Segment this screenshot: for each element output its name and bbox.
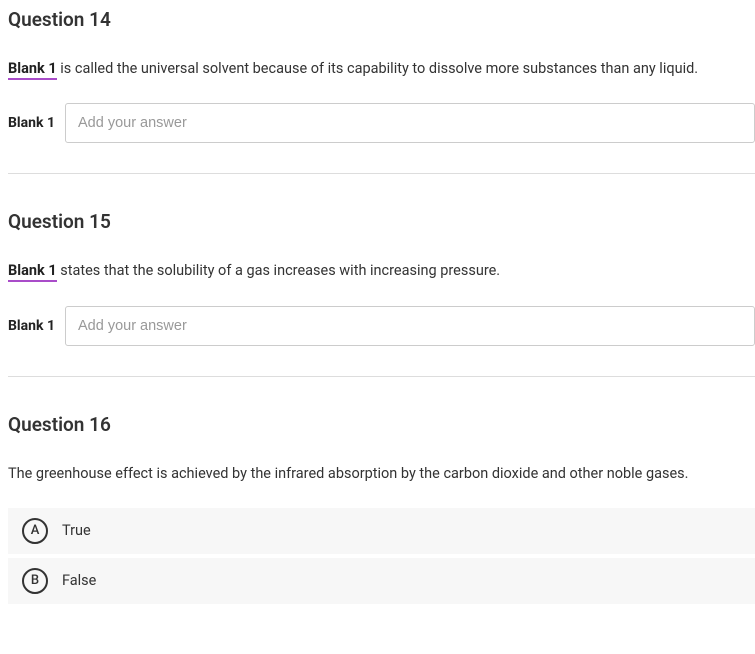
blank-tag: Blank 1 <box>8 60 57 80</box>
question-15: Question 15 Blank 1 states that the solu… <box>8 210 755 376</box>
blank-1-input[interactable] <box>65 103 755 143</box>
question-title: Question 16 <box>8 413 755 436</box>
question-text: Blank 1 is called the universal solvent … <box>8 59 755 79</box>
question-text: Blank 1 states that the solubility of a … <box>8 261 755 281</box>
option-letter-circle: A <box>22 518 48 544</box>
option-a[interactable]: A True <box>8 508 755 554</box>
divider <box>8 376 755 377</box>
option-label: False <box>62 572 96 589</box>
blank-1-input[interactable] <box>65 306 755 346</box>
answer-row: Blank 1 <box>8 306 755 346</box>
answer-label: Blank 1 <box>8 115 55 131</box>
answer-label: Blank 1 <box>8 318 55 334</box>
blank-tag: Blank 1 <box>8 262 57 282</box>
option-letter-circle: B <box>22 568 48 594</box>
option-b[interactable]: B False <box>8 558 755 604</box>
answer-row: Blank 1 <box>8 103 755 143</box>
question-text-after: is called the universal solvent because … <box>57 60 698 77</box>
question-text-after: states that the solubility of a gas incr… <box>57 262 500 279</box>
question-title: Question 14 <box>8 8 755 31</box>
option-label: True <box>62 522 91 539</box>
divider <box>8 173 755 174</box>
question-16: Question 16 The greenhouse effect is ach… <box>8 413 755 604</box>
question-prompt: The greenhouse effect is achieved by the… <box>8 464 755 484</box>
question-title: Question 15 <box>8 210 755 233</box>
question-14: Question 14 Blank 1 is called the univer… <box>8 8 755 174</box>
